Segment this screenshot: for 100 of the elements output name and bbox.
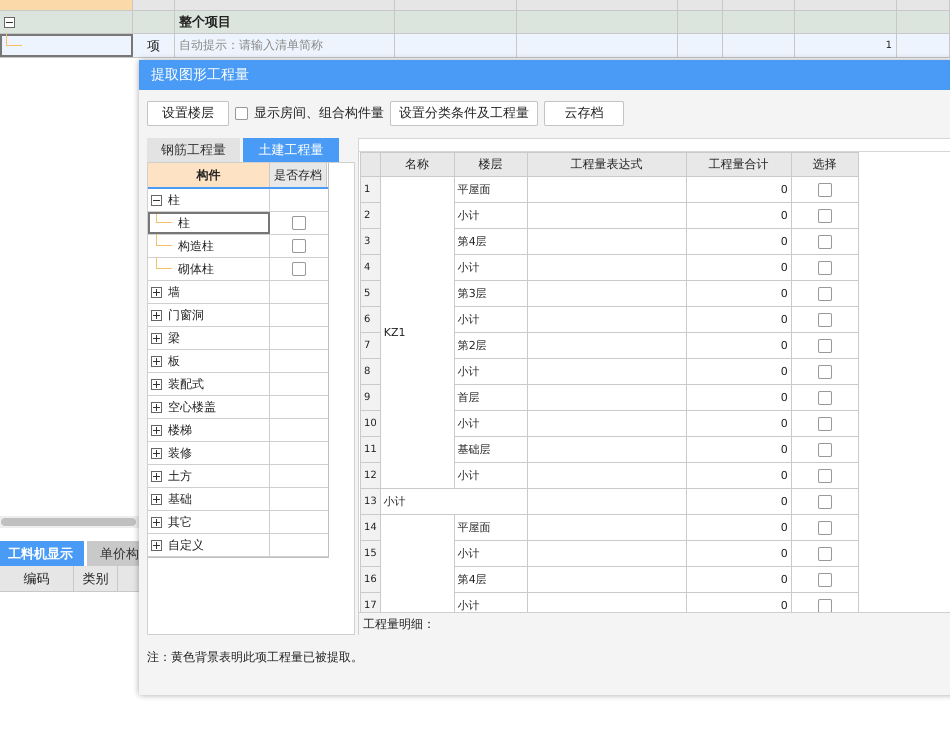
expand-icon[interactable] <box>151 310 162 320</box>
row-number: 12 <box>360 462 380 488</box>
tree-item[interactable]: 装配式 <box>168 376 204 392</box>
checkbox[interactable] <box>818 338 832 352</box>
quantity-cell: 1 <box>886 40 892 51</box>
checkbox[interactable] <box>818 520 832 534</box>
expand-icon[interactable] <box>151 378 162 390</box>
expand-icon[interactable] <box>151 402 162 412</box>
total-cell: 0 <box>686 488 792 514</box>
toolbar-button[interactable]: 云存档 <box>544 100 624 126</box>
expand-icon[interactable] <box>151 356 162 366</box>
row-number: 8 <box>360 358 380 384</box>
tree-item[interactable]: 楼梯 <box>168 422 192 438</box>
column-header: 构件 <box>148 163 270 187</box>
tree-item[interactable]: 构造柱 <box>178 238 214 254</box>
group-title: 整个项目 <box>179 14 231 31</box>
row-number: 2 <box>360 202 380 228</box>
row-number: 14 <box>360 514 380 540</box>
floor-cell: 第2层 <box>454 332 528 358</box>
checkbox[interactable] <box>818 286 832 300</box>
tree-item[interactable]: 其它 <box>168 514 192 530</box>
row-number: 4 <box>360 254 380 280</box>
floor-cell: 小计 <box>454 202 528 228</box>
column-header: 是否存档 <box>270 163 327 187</box>
floor-cell: 小计 <box>454 306 528 332</box>
checkbox[interactable] <box>818 572 832 586</box>
expand-icon[interactable] <box>151 516 162 528</box>
total-cell: 0 <box>686 384 792 410</box>
floor-cell: 基础层 <box>454 436 528 462</box>
floor-cell: 小计 <box>454 410 528 436</box>
checkbox[interactable] <box>818 494 832 508</box>
expand-icon[interactable] <box>151 424 162 436</box>
row-number: 9 <box>360 384 380 410</box>
expand-icon[interactable] <box>151 448 162 458</box>
total-cell: 0 <box>686 332 792 358</box>
checkbox[interactable] <box>818 546 832 560</box>
total-cell: 0 <box>686 436 792 462</box>
tree-item[interactable]: 柱 <box>178 214 190 232</box>
row-number: 16 <box>360 566 380 592</box>
toolbar-button[interactable]: 设置分类条件及工程量 <box>390 100 538 126</box>
checkbox[interactable] <box>818 260 832 274</box>
option-checkbox[interactable]: 显示房间、组合构件量 <box>235 104 384 122</box>
scrollbar-thumb[interactable] <box>1 518 136 526</box>
total-cell: 0 <box>686 540 792 566</box>
dialog-title: 提取图形工程量 <box>139 60 950 90</box>
total-cell: 0 <box>686 358 792 384</box>
expand-icon[interactable] <box>151 332 162 344</box>
column-header: 工程量表达式 <box>527 152 686 176</box>
checkbox[interactable] <box>818 598 832 612</box>
row-number: 3 <box>360 228 380 254</box>
row-number: 7 <box>360 332 380 358</box>
expand-icon[interactable] <box>151 540 162 550</box>
total-cell: 0 <box>686 462 792 488</box>
floor-cell: 首层 <box>454 384 528 410</box>
tree-item[interactable]: 土方 <box>168 468 192 484</box>
floor-cell: 小计 <box>454 540 528 566</box>
floor-cell: 小计 <box>454 358 528 384</box>
row-number: 10 <box>360 410 380 436</box>
checkbox[interactable] <box>818 390 832 404</box>
row-number: 5 <box>360 280 380 306</box>
tree-item[interactable]: 板 <box>168 352 180 370</box>
expand-icon[interactable] <box>151 470 162 482</box>
tree-item[interactable]: 砌体柱 <box>178 260 214 278</box>
detail-label: 工程量明细： <box>363 616 435 632</box>
expand-icon[interactable] <box>151 494 162 504</box>
checkbox[interactable] <box>292 239 306 253</box>
subtotal-cell: 小计 <box>380 488 528 514</box>
checkbox[interactable] <box>818 234 832 248</box>
floor-cell: 第4层 <box>454 566 528 592</box>
column-header: 工程量合计 <box>686 152 792 176</box>
checkbox[interactable] <box>818 312 832 326</box>
tab[interactable]: 钢筋工程量 <box>147 138 240 162</box>
checkbox[interactable] <box>818 364 832 378</box>
total-cell: 0 <box>686 228 792 254</box>
column-header: 类别 <box>74 566 118 591</box>
collapse-icon[interactable] <box>4 16 15 28</box>
expand-icon[interactable] <box>151 286 162 298</box>
tree-item[interactable]: 柱 <box>168 192 180 208</box>
tree-item[interactable]: 梁 <box>168 330 180 346</box>
checkbox[interactable] <box>292 262 306 276</box>
toolbar-button[interactable]: 设置楼层 <box>147 100 229 126</box>
tree-item[interactable]: 装修 <box>168 444 192 462</box>
checkbox[interactable] <box>818 416 832 430</box>
tree-item[interactable]: 空心楼盖 <box>168 398 216 416</box>
total-cell: 0 <box>686 176 792 202</box>
total-cell: 0 <box>686 254 792 280</box>
tree-item[interactable]: 自定义 <box>168 536 204 554</box>
collapse-icon[interactable] <box>151 194 162 206</box>
checkbox[interactable] <box>818 208 832 222</box>
checkbox[interactable] <box>818 442 832 456</box>
checkbox[interactable] <box>818 468 832 482</box>
column-header: 编码 <box>0 566 74 591</box>
column-header: 楼层 <box>454 152 528 176</box>
floor-cell: 平屋面 <box>454 176 528 202</box>
checkbox[interactable] <box>292 216 306 230</box>
tree-item[interactable]: 门窗洞 <box>168 306 204 324</box>
tree-item[interactable]: 墙 <box>168 284 180 300</box>
tree-item[interactable]: 基础 <box>168 490 192 508</box>
checkbox[interactable] <box>818 182 832 196</box>
row-number: 13 <box>360 488 380 514</box>
